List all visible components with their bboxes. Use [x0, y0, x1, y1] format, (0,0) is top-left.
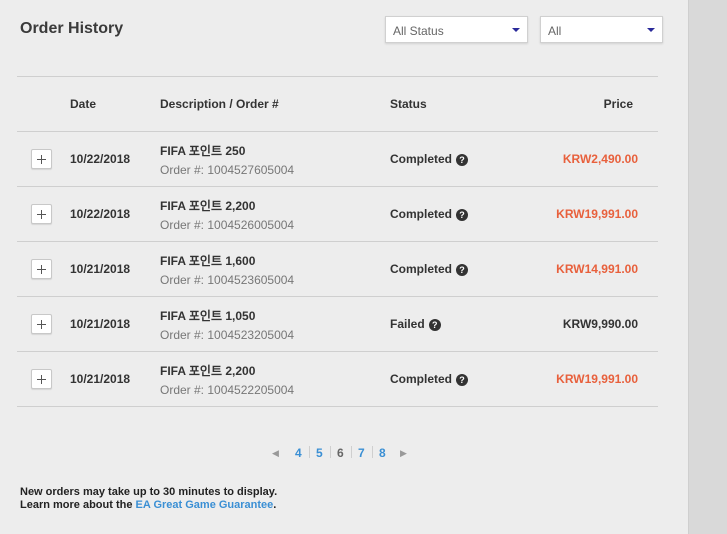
right-sidebar-edge	[688, 0, 727, 534]
order-number: Order #: 1004522205004	[160, 383, 295, 397]
page-divider	[330, 446, 331, 458]
order-price: KRW19,991.00	[556, 372, 638, 386]
table-row: 10/21/2018 FIFA 포인트 1,600 Order #: 10045…	[17, 242, 658, 297]
expand-row-button[interactable]	[31, 314, 52, 334]
status-filter-select[interactable]: All Status	[385, 16, 528, 43]
range-filter-select[interactable]: All	[540, 16, 663, 43]
table-row: 10/21/2018 FIFA 포인트 1,050 Order #: 10045…	[17, 297, 658, 352]
caret-left-icon[interactable]: ◀	[272, 448, 279, 459]
header-description: Description / Order #	[160, 97, 279, 111]
page-link-8[interactable]: 8	[379, 446, 386, 460]
order-status-label: Completed	[390, 207, 453, 221]
order-description: FIFA 포인트 250	[160, 144, 246, 158]
caret-right-icon[interactable]: ▶	[400, 448, 407, 459]
order-number: Order #: 1004526005004	[160, 218, 295, 232]
order-status: Completed?	[390, 152, 469, 166]
order-status: Completed?	[390, 372, 469, 386]
help-icon[interactable]: ?	[456, 374, 469, 386]
order-description: FIFA 포인트 2,200	[160, 199, 256, 213]
order-price: KRW19,991.00	[556, 207, 638, 221]
expand-row-button[interactable]	[31, 369, 52, 389]
status-filter-value: All Status	[393, 24, 444, 38]
ea-guarantee-link[interactable]: EA Great Game Guarantee	[136, 499, 274, 511]
order-description: FIFA 포인트 1,600	[160, 254, 256, 268]
order-status-label: Completed	[390, 152, 453, 166]
help-icon[interactable]: ?	[428, 319, 441, 331]
table-row: 10/21/2018 FIFA 포인트 2,200 Order #: 10045…	[17, 352, 658, 407]
page-divider	[309, 446, 310, 458]
help-icon[interactable]: ?	[456, 264, 469, 276]
chevron-down-icon	[512, 28, 520, 32]
header-status: Status	[390, 97, 427, 111]
help-icon[interactable]: ?	[456, 154, 469, 166]
expand-row-button[interactable]	[31, 259, 52, 279]
header-date: Date	[70, 97, 97, 111]
order-number: Order #: 1004523605004	[160, 273, 295, 287]
table-header: Date Description / Order # Status Price	[17, 77, 658, 132]
header-price: Price	[603, 97, 633, 111]
order-description: FIFA 포인트 1,050	[160, 309, 256, 323]
table-row: 10/22/2018 FIFA 포인트 250 Order #: 1004527…	[17, 132, 658, 187]
order-date: 10/21/2018	[70, 262, 131, 276]
order-description: FIFA 포인트 2,200	[160, 364, 256, 378]
order-price: KRW9,990.00	[562, 317, 638, 331]
footer-line-2-prefix: Learn more about the	[20, 499, 136, 511]
page-link-5[interactable]: 5	[316, 446, 323, 460]
order-price: KRW14,991.00	[556, 262, 638, 276]
order-number: Order #: 1004523205004	[160, 328, 295, 342]
order-status-label: Completed	[390, 262, 453, 276]
page-link-4[interactable]: 4	[295, 446, 302, 460]
page-title: Order History	[20, 20, 124, 37]
expand-row-button[interactable]	[31, 204, 52, 224]
order-status-label: Failed	[390, 317, 425, 331]
footer-line-2-suffix: .	[273, 499, 277, 511]
order-status: Completed?	[390, 262, 469, 276]
order-date: 10/21/2018	[70, 317, 131, 331]
table-row: 10/22/2018 FIFA 포인트 2,200 Order #: 10045…	[17, 187, 658, 242]
order-date: 10/21/2018	[70, 372, 131, 386]
expand-row-button[interactable]	[31, 149, 52, 169]
help-icon[interactable]: ?	[456, 209, 469, 221]
page-current-6: 6	[337, 446, 344, 460]
order-date: 10/22/2018	[70, 152, 131, 166]
order-price: KRW2,490.00	[562, 152, 638, 166]
order-date: 10/22/2018	[70, 207, 131, 221]
chevron-down-icon	[647, 28, 655, 32]
order-status: Completed?	[390, 207, 469, 221]
page-link-7[interactable]: 7	[358, 446, 365, 460]
footer-line-1: New orders may take up to 30 minutes to …	[20, 486, 278, 498]
page-divider	[351, 446, 352, 458]
order-history-panel: Order History All Status All Date Descri…	[0, 0, 688, 534]
range-filter-value: All	[548, 24, 562, 38]
page-divider	[372, 446, 373, 458]
footer-note: New orders may take up to 30 minutes to …	[20, 486, 277, 512]
orders-table: Date Description / Order # Status Price …	[17, 76, 658, 407]
order-number: Order #: 1004527605004	[160, 163, 295, 177]
footer-line-2: Learn more about the EA Great Game Guara…	[20, 499, 277, 512]
order-status: Failed?	[390, 317, 441, 331]
order-status-label: Completed	[390, 372, 453, 386]
